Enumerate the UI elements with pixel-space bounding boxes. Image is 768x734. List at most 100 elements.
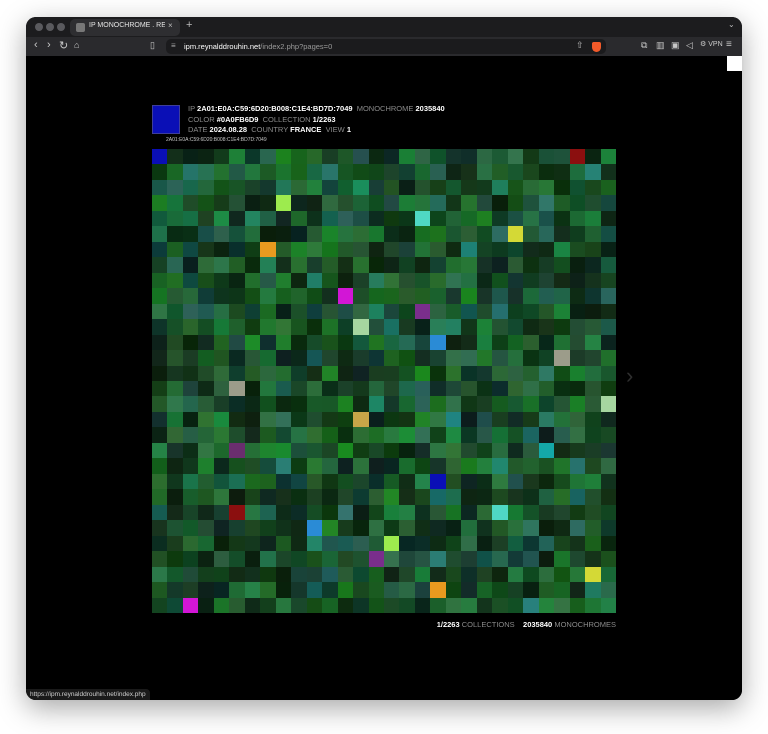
mosaic-tile[interactable] xyxy=(523,149,539,165)
mosaic-tile[interactable] xyxy=(306,504,323,521)
mosaic-tile[interactable] xyxy=(244,551,261,567)
mosaic-tile[interactable] xyxy=(353,380,369,397)
mosaic-tile[interactable] xyxy=(275,520,292,536)
mosaic-tile[interactable] xyxy=(600,551,616,567)
mosaic-tile[interactable] xyxy=(600,597,616,613)
mosaic-tile[interactable] xyxy=(492,380,508,397)
mosaic-tile[interactable] xyxy=(476,226,493,242)
mosaic-tile[interactable] xyxy=(152,489,168,505)
mosaic-tile[interactable] xyxy=(507,597,524,613)
mosaic-tile[interactable] xyxy=(600,489,616,505)
mosaic-tile[interactable] xyxy=(322,535,338,552)
mosaic-tile[interactable] xyxy=(461,489,477,505)
mosaic-tile[interactable] xyxy=(476,365,493,381)
mosaic-tile[interactable] xyxy=(353,164,369,180)
mosaic-tile[interactable] xyxy=(430,396,446,412)
mosaic-tile[interactable] xyxy=(229,350,245,366)
mosaic-tile[interactable] xyxy=(229,272,245,289)
mosaic-tile[interactable] xyxy=(554,489,570,505)
mosaic-tile[interactable] xyxy=(368,551,384,567)
mosaic-tile[interactable] xyxy=(306,272,323,289)
mosaic-tile[interactable] xyxy=(198,520,214,536)
mosaic-tile[interactable] xyxy=(430,303,446,320)
mosaic-tile[interactable] xyxy=(167,164,183,180)
mosaic-tile[interactable] xyxy=(368,365,384,381)
mosaic-tile[interactable] xyxy=(507,241,524,258)
mosaic-tile[interactable] xyxy=(600,195,616,211)
brave-shield-icon[interactable] xyxy=(592,42,601,52)
mosaic-tile[interactable] xyxy=(523,257,539,273)
mosaic-tile[interactable] xyxy=(167,551,183,567)
mosaic-tile[interactable] xyxy=(322,149,338,165)
mosaic-tile[interactable] xyxy=(306,442,323,459)
mosaic-tile[interactable] xyxy=(383,241,400,258)
mosaic-tile[interactable] xyxy=(260,319,276,335)
mosaic-tile[interactable] xyxy=(399,195,415,211)
mosaic-tile[interactable] xyxy=(383,396,400,412)
mosaic-tile[interactable] xyxy=(523,288,539,304)
mosaic-tile[interactable] xyxy=(554,473,570,490)
mosaic-tile[interactable] xyxy=(476,195,493,211)
mosaic-tile[interactable] xyxy=(244,350,261,366)
mosaic-tile[interactable] xyxy=(569,597,586,613)
mosaic-tile[interactable] xyxy=(430,380,446,397)
mosaic-tile[interactable] xyxy=(569,427,586,443)
mosaic-tile[interactable] xyxy=(492,257,508,273)
sidebar-icon[interactable]: ▥ xyxy=(656,40,665,51)
mosaic-tile[interactable] xyxy=(260,535,276,552)
mosaic-tile[interactable] xyxy=(554,164,570,180)
mosaic-tile[interactable] xyxy=(182,226,199,242)
mosaic-tile[interactable] xyxy=(383,272,400,289)
mosaic-tile[interactable] xyxy=(322,551,338,567)
mosaic-tile[interactable] xyxy=(291,288,307,304)
mosaic-tile[interactable] xyxy=(414,257,431,273)
mosaic-tile[interactable] xyxy=(229,582,245,598)
mosaic-tile[interactable] xyxy=(291,597,307,613)
mosaic-tile[interactable] xyxy=(414,164,431,180)
mosaic-tile[interactable] xyxy=(430,241,446,258)
mosaic-tile[interactable] xyxy=(585,365,601,381)
mosaic-tile[interactable] xyxy=(445,179,462,196)
mosaic-tile[interactable] xyxy=(600,288,616,304)
reload-icon[interactable]: ↻ xyxy=(59,39,68,52)
mosaic-tile[interactable] xyxy=(152,319,168,335)
mosaic-tile[interactable] xyxy=(569,504,586,521)
mosaic-tile[interactable] xyxy=(585,303,601,320)
mosaic-tile[interactable] xyxy=(353,566,369,583)
mosaic-tile[interactable] xyxy=(260,350,276,366)
mosaic-tile[interactable] xyxy=(260,551,276,567)
mosaic-tile[interactable] xyxy=(600,350,616,366)
mosaic-tile[interactable] xyxy=(213,319,230,335)
mosaic-tile[interactable] xyxy=(322,210,338,227)
mosaic-tile[interactable] xyxy=(430,458,446,474)
mosaic-tile[interactable] xyxy=(585,149,601,165)
mosaic-tile[interactable] xyxy=(213,551,230,567)
mosaic-tile[interactable] xyxy=(167,411,183,428)
mosaic-tile[interactable] xyxy=(198,179,214,196)
mosaic-tile[interactable] xyxy=(213,365,230,381)
mosaic-tile[interactable] xyxy=(306,551,323,567)
mosaic-tile[interactable] xyxy=(476,350,493,366)
mosaic-tile[interactable] xyxy=(399,380,415,397)
mosaic-tile[interactable] xyxy=(538,520,555,536)
mosaic-tile[interactable] xyxy=(554,504,570,521)
mosaic-tile[interactable] xyxy=(260,210,276,227)
mosaic-tile[interactable] xyxy=(337,551,354,567)
mosaic-tile[interactable] xyxy=(414,396,431,412)
mosaic-tile[interactable] xyxy=(275,458,292,474)
mosaic-tile[interactable] xyxy=(229,535,245,552)
mosaic-tile[interactable] xyxy=(430,520,446,536)
mosaic-tile[interactable] xyxy=(383,365,400,381)
mosaic-tile[interactable] xyxy=(260,288,276,304)
mosaic-tile[interactable] xyxy=(152,396,168,412)
mosaic-tile[interactable] xyxy=(414,427,431,443)
mosaic-tile[interactable] xyxy=(368,164,384,180)
mosaic-tile[interactable] xyxy=(569,551,586,567)
mosaic-tile[interactable] xyxy=(461,350,477,366)
mosaic-tile[interactable] xyxy=(182,566,199,583)
mosaic-tile[interactable] xyxy=(306,288,323,304)
mosaic-tile[interactable] xyxy=(198,257,214,273)
mosaic-tile[interactable] xyxy=(383,411,400,428)
mosaic-tile[interactable] xyxy=(383,257,400,273)
mosaic-tile[interactable] xyxy=(476,535,493,552)
